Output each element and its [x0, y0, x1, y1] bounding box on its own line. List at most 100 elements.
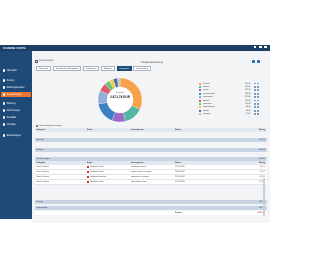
legend-label: Freizeit: [202, 89, 209, 92]
legend-swatch: [199, 96, 201, 99]
detail-icon[interactable]: [256, 85, 259, 88]
maximize-icon[interactable]: [258, 46, 262, 49]
sidebar-footer: [0, 219, 32, 270]
sidebar-item-contracts[interactable]: Verträge: [1, 122, 31, 127]
row-category: Haus & Garten: [36, 171, 50, 173]
legend-label: Sonstiges: [202, 113, 211, 116]
detail-icon[interactable]: [256, 89, 259, 92]
row-amount: -84,20: [259, 166, 265, 168]
tab-overview[interactable]: Übersicht: [36, 66, 52, 71]
column-header: Buchungstext: [131, 162, 144, 164]
window-controls: [253, 46, 267, 50]
legend-label: Kommunikation: [202, 106, 215, 109]
sidebar-item-settings[interactable]: Einstellungen: [1, 133, 31, 138]
edit-icon[interactable]: [254, 92, 256, 95]
detail-icon[interactable]: [256, 113, 259, 115]
column-header[interactable]: Datum: [169, 129, 207, 131]
sidebar-item-payments[interactable]: Zahlungsverkehr: [1, 85, 31, 90]
donut-chart: [97, 77, 143, 123]
group-row[interactable]: Lebensmittel -287,00: [35, 206, 267, 210]
legend-label: Bildung: [202, 109, 209, 112]
donut-total: 2.871,76 EUR: [109, 95, 131, 99]
group-row[interactable]: Mobilität -402,00: [35, 148, 267, 152]
app-brand: SCHWAB CONTA: [3, 46, 26, 50]
main-panel: [32, 51, 270, 223]
edit-icon[interactable]: [254, 96, 256, 98]
sidebar-item-invoices[interactable]: Rechnungen: [1, 108, 31, 113]
legend-swatch: [199, 109, 201, 112]
sidebar-item-overview[interactable]: Übersicht: [1, 68, 31, 73]
tab-categories[interactable]: Kategorien: [82, 66, 100, 71]
document-icon[interactable]: [87, 180, 89, 184]
row-account: Girokonto Privat: [90, 181, 104, 183]
column-header[interactable]: Kategorie: [35, 129, 87, 131]
column-header[interactable]: Betrag: [207, 129, 267, 131]
sidebar-item-reports[interactable]: Auswertungen: [1, 92, 31, 97]
sidebar-item-label: Einstellungen: [6, 134, 22, 137]
detail-icon[interactable]: [256, 106, 259, 109]
document-icon[interactable]: [87, 175, 89, 179]
row-amount: -249,00: [258, 176, 265, 178]
export-icon[interactable]: [257, 60, 260, 63]
group-label: Freizeit: [36, 201, 43, 203]
group-label: Haushalt: [36, 139, 44, 141]
tab-development[interactable]: Entwicklung: [133, 66, 152, 71]
legend-value: 287,00: [245, 89, 251, 92]
sidebar-item-label: Rechnungen: [6, 109, 21, 112]
edit-icon[interactable]: [254, 99, 256, 102]
close-icon[interactable]: [264, 46, 267, 49]
detail-icon[interactable]: [256, 109, 259, 112]
tab-income-expenses[interactable]: Einnahmen / Ausgaben: [52, 66, 82, 71]
calendar-icon: [3, 102, 6, 105]
sidebar-item-planning[interactable]: Planung: [1, 101, 31, 106]
table-header: Kategorie Konto Buchungstext Datum Betra…: [35, 128, 267, 132]
detail-icon[interactable]: [256, 82, 259, 85]
edit-icon[interactable]: [254, 106, 256, 109]
subcategories-checkbox[interactable]: [36, 125, 38, 127]
document-icon[interactable]: [87, 165, 89, 169]
row-account: Girokonto Privat: [90, 171, 104, 173]
panel-title: Kategorieauswertung: [141, 62, 163, 64]
document-icon: [3, 109, 6, 112]
group-row[interactable]: Haushalt -921,00: [35, 138, 267, 142]
row-text: Baumarkt Einkauf: [131, 166, 146, 168]
detail-icon[interactable]: [256, 96, 259, 98]
legend-value: 402,00: [245, 85, 251, 88]
row-account: Girokonto Haushalt: [90, 176, 107, 178]
table-scrollbar[interactable]: [263, 178, 265, 216]
edit-icon[interactable]: [254, 89, 256, 92]
minimize-icon[interactable]: [253, 46, 257, 49]
wallet-icon: [3, 79, 6, 82]
total-value: -2.871,76: [257, 212, 265, 214]
edit-icon[interactable]: [254, 82, 256, 85]
group-label: Lebensmittel: [36, 207, 48, 209]
column-header: Konto: [87, 162, 93, 164]
group-row[interactable]: Freizeit -287,00: [35, 200, 267, 204]
edit-icon[interactable]: [254, 85, 256, 88]
column-header[interactable]: Konto: [87, 129, 131, 131]
sidebar-item-contacts[interactable]: Kontakte: [1, 115, 31, 120]
legend-swatch: [199, 99, 201, 102]
legend-actions: [251, 92, 259, 95]
detail-icon[interactable]: [256, 102, 259, 105]
row-category: Haus & Garten: [36, 181, 50, 183]
document-icon[interactable]: [87, 170, 89, 174]
legend-actions: [251, 99, 259, 102]
print-icon[interactable]: [252, 60, 255, 63]
transfer-icon: [3, 86, 6, 89]
edit-icon[interactable]: [254, 102, 256, 105]
column-header[interactable]: Buchungstext: [131, 129, 169, 131]
legend-item[interactable]: Sonstiges 57,00: [199, 113, 267, 116]
table-row[interactable]: Haus & Garten Girokonto Privat Elektroma…: [35, 180, 267, 185]
edit-icon[interactable]: [254, 113, 256, 115]
tab-category[interactable]: Kategorie: [116, 66, 132, 71]
sidebar-item-accounts[interactable]: Konten: [1, 78, 31, 83]
legend-actions: [251, 106, 259, 109]
sidebar-item-label: Konten: [6, 79, 15, 82]
legend-swatch: [199, 82, 201, 85]
edit-icon[interactable]: [254, 109, 256, 112]
detail-icon[interactable]: [256, 92, 259, 95]
group-label: Versicherungen: [36, 158, 50, 160]
tab-budgets[interactable]: Budgets: [100, 66, 115, 71]
detail-icon[interactable]: [256, 99, 259, 102]
